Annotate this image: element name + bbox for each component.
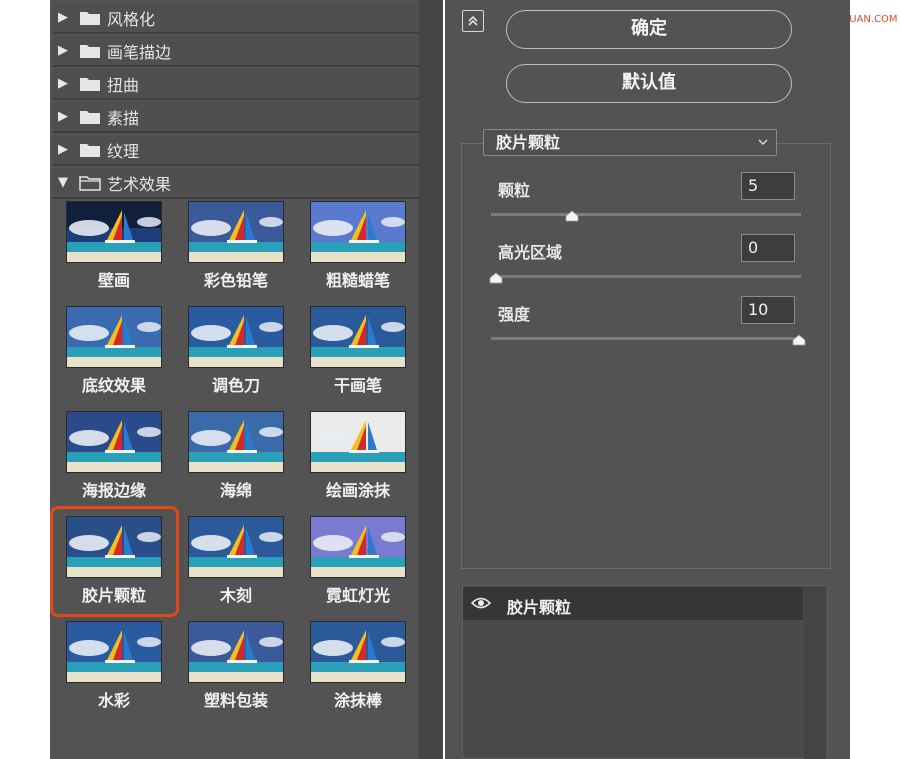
filter-label: 壁画 (97, 271, 130, 290)
category-row[interactable]: ▶ 画笔描边 (53, 36, 419, 67)
param-slider-thumb[interactable] (792, 331, 806, 346)
filter-preview-image[interactable] (188, 306, 284, 368)
category-row[interactable]: ▶ 素描 (53, 102, 419, 133)
param-slider-thumb[interactable] (489, 269, 503, 284)
filter-label: 塑料包装 (203, 691, 268, 710)
filter-preview-image[interactable] (66, 411, 162, 473)
filter-preview-image[interactable] (310, 201, 406, 263)
filter-type-select[interactable]: 胶片颗粒 (483, 129, 777, 156)
folder-icon (79, 10, 101, 26)
collapse-panel-button[interactable] (462, 10, 484, 32)
category-label: 风格化 (107, 9, 156, 29)
chevron-down-icon (758, 130, 768, 164)
param-label: 颗粒 (498, 181, 531, 200)
param-label: 强度 (498, 305, 531, 324)
filter-thumbnail[interactable]: 涂抹棒 (302, 621, 406, 721)
param-slider-track[interactable] (491, 275, 801, 278)
filter-label: 海绵 (219, 481, 252, 500)
filter-thumbnail[interactable]: 干画笔 (302, 306, 406, 406)
filter-thumbnail[interactable]: 调色刀 (180, 306, 284, 406)
triangle-right-icon[interactable]: ▶ (58, 109, 72, 124)
folder-icon (79, 109, 101, 125)
param-slider-thumb[interactable] (565, 207, 579, 222)
scrollbar[interactable] (419, 0, 443, 759)
filter-preview-image[interactable] (66, 201, 162, 263)
filter-thumbnail[interactable]: 霓虹灯光 (302, 516, 406, 616)
param-value-input[interactable]: 5 (741, 172, 795, 200)
triangle-right-icon[interactable]: ▶ (58, 76, 72, 91)
filter-thumbnail[interactable]: 绘画涂抹 (302, 411, 406, 511)
category-row[interactable]: ▼ 艺术效果 (53, 168, 419, 199)
effect-layer-name: 胶片颗粒 (507, 598, 572, 617)
category-row[interactable]: ▶ 纹理 (53, 135, 419, 166)
filter-thumbnail[interactable]: 木刻 (180, 516, 284, 616)
param-value-input[interactable]: 10 (741, 296, 795, 324)
filter-label: 霓虹灯光 (325, 586, 390, 605)
triangle-right-icon[interactable]: ▶ (58, 43, 72, 58)
filter-preview-image[interactable] (66, 621, 162, 683)
param-label: 高光区域 (498, 243, 563, 262)
filter-label: 海报边缘 (81, 481, 146, 500)
filter-label: 干画笔 (333, 376, 382, 395)
filter-gallery-window: 思缘设计论坛 WWW.MISSYUAN.COM ▶风格化▶画笔描边▶扭曲▶素描▶… (0, 0, 900, 759)
category-row[interactable]: ▶ 扭曲 (53, 69, 419, 100)
filter-settings-group (461, 143, 831, 569)
filter-type-select-value: 胶片颗粒 (496, 133, 561, 152)
filter-preview-image[interactable] (310, 411, 406, 473)
category-label: 画笔描边 (107, 42, 172, 62)
filter-preview-image[interactable] (66, 306, 162, 368)
filter-thumbnail[interactable]: 彩色铅笔 (180, 201, 284, 301)
default-button[interactable]: 默认值 (506, 64, 792, 103)
filter-label: 调色刀 (211, 376, 260, 395)
ok-button[interactable]: 确定 (506, 10, 792, 49)
filter-preview-image[interactable] (188, 411, 284, 473)
filter-label: 绘画涂抹 (325, 481, 390, 500)
filter-preview-image[interactable] (310, 621, 406, 683)
filter-preview-image[interactable] (188, 621, 284, 683)
category-label: 素描 (107, 108, 140, 128)
chevron-double-up-icon (468, 15, 478, 26)
category-label: 扭曲 (107, 75, 140, 95)
filter-thumbnail[interactable]: 水彩 (58, 621, 162, 721)
filter-thumbnail[interactable]: 壁画 (58, 201, 162, 301)
param-slider-track[interactable] (491, 337, 801, 340)
folder-icon (79, 76, 101, 92)
filter-preview-image[interactable] (310, 306, 406, 368)
filter-preview-image[interactable] (310, 516, 406, 578)
category-label: 纹理 (107, 141, 140, 161)
filter-label: 粗糙蜡笔 (325, 271, 390, 290)
category-label: 艺术效果 (107, 174, 172, 194)
triangle-right-icon[interactable]: ▶ (58, 142, 72, 157)
eye-icon[interactable] (471, 596, 491, 610)
filter-label: 水彩 (97, 691, 130, 710)
filter-preview-image[interactable] (188, 201, 284, 263)
filter-label: 涂抹棒 (333, 691, 382, 710)
filter-thumbnail[interactable]: 塑料包装 (180, 621, 284, 721)
filter-label: 底纹效果 (81, 376, 146, 395)
filter-label: 彩色铅笔 (203, 271, 268, 290)
folder-icon (79, 142, 101, 158)
folder-open-icon (79, 175, 101, 191)
triangle-down-icon[interactable]: ▼ (58, 175, 72, 190)
selected-filter-highlight (50, 506, 179, 617)
layers-scrollbar[interactable] (804, 587, 826, 759)
folder-icon (79, 43, 101, 59)
filter-thumbnail[interactable]: 海绵 (180, 411, 284, 511)
triangle-right-icon[interactable]: ▶ (58, 10, 72, 25)
category-row[interactable]: ▶ 风格化 (53, 3, 419, 34)
filter-thumbnail[interactable]: 海报边缘 (58, 411, 162, 511)
param-slider-track[interactable] (491, 213, 801, 216)
filter-thumbnail[interactable]: 底纹效果 (58, 306, 162, 406)
filter-preview-image[interactable] (188, 516, 284, 578)
param-value-input[interactable]: 0 (741, 234, 795, 262)
filter-thumbnail[interactable]: 粗糙蜡笔 (302, 201, 406, 301)
filter-label: 木刻 (219, 586, 252, 605)
